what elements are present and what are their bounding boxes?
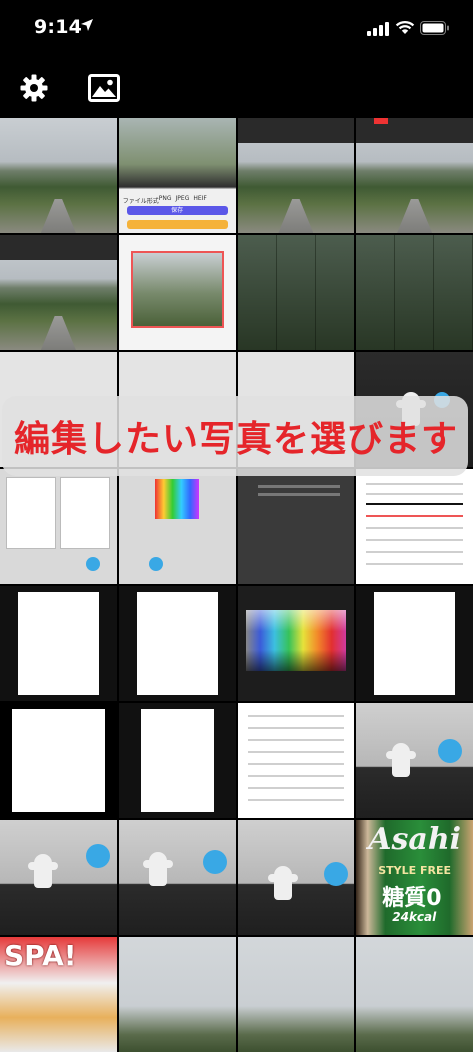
photo-thumbnail[interactable] <box>0 820 117 935</box>
file-type-label: ファイル形式 <box>122 198 159 205</box>
photo-thumbnail[interactable] <box>118 820 236 935</box>
photo-thumbnail[interactable] <box>237 937 355 1052</box>
save-label: 保存 <box>171 207 184 214</box>
photo-library-button[interactable] <box>84 68 124 108</box>
photo-icon <box>88 74 120 102</box>
photo-thumbnail[interactable] <box>118 937 236 1052</box>
photo-thumbnail[interactable] <box>356 118 473 233</box>
photo-thumbnail[interactable] <box>237 118 355 233</box>
photo-thumbnail[interactable] <box>237 235 355 350</box>
wifi-icon <box>395 20 415 34</box>
photo-thumbnail[interactable] <box>356 235 473 350</box>
photo-thumbnail[interactable] <box>356 586 473 701</box>
photo-thumbnail[interactable] <box>356 703 473 818</box>
gear-icon <box>20 74 48 102</box>
photo-thumbnail[interactable] <box>237 820 355 935</box>
photo-thumbnail[interactable] <box>0 586 117 701</box>
magazine-title: SPA! <box>4 939 77 972</box>
photo-thumbnail[interactable] <box>118 703 236 818</box>
format-heif: HEIF <box>193 195 207 202</box>
toolbar <box>0 58 473 116</box>
format-jpeg: JPEG <box>175 195 190 202</box>
photo-thumbnail[interactable]: Asahi STYLE FREE 糖質0 24kcal <box>356 820 473 935</box>
photo-thumbnail[interactable] <box>118 235 236 350</box>
photo-thumbnail[interactable] <box>237 469 355 584</box>
photo-grid: ファイル形式 PNG JPEG HEIF 保存 Asahi STYLE FREE… <box>0 118 473 1052</box>
beer-kcal-text: 24kcal <box>392 910 437 924</box>
status-bar: 9:14 <box>0 0 473 58</box>
photo-thumbnail[interactable] <box>0 118 117 233</box>
photo-thumbnail[interactable] <box>237 586 355 701</box>
location-arrow-icon <box>81 19 93 31</box>
cellular-signal-icon <box>367 22 389 36</box>
photo-thumbnail[interactable] <box>237 703 355 818</box>
photo-thumbnail[interactable] <box>356 937 473 1052</box>
beer-brand-text: Asahi <box>368 822 462 857</box>
photo-thumbnail[interactable] <box>0 235 117 350</box>
photo-thumbnail[interactable] <box>118 586 236 701</box>
instruction-banner: 編集したい写真を選びます <box>2 396 468 476</box>
beer-sub-text: STYLE FREE <box>378 864 452 877</box>
photo-thumbnail[interactable] <box>0 469 117 584</box>
instruction-text: 編集したい写真を選びます <box>14 419 459 460</box>
beer-sugar-text: 糖質0 <box>382 886 442 911</box>
photo-thumbnail[interactable] <box>118 469 236 584</box>
settings-button[interactable] <box>14 68 54 108</box>
battery-icon <box>420 21 449 35</box>
status-time: 9:14 <box>34 16 83 38</box>
photo-thumbnail[interactable] <box>356 469 473 584</box>
photo-thumbnail[interactable] <box>0 703 117 818</box>
photo-thumbnail[interactable]: ファイル形式 PNG JPEG HEIF 保存 <box>118 118 236 233</box>
photo-thumbnail[interactable]: SPA! <box>0 937 117 1052</box>
format-png: PNG <box>158 195 172 202</box>
